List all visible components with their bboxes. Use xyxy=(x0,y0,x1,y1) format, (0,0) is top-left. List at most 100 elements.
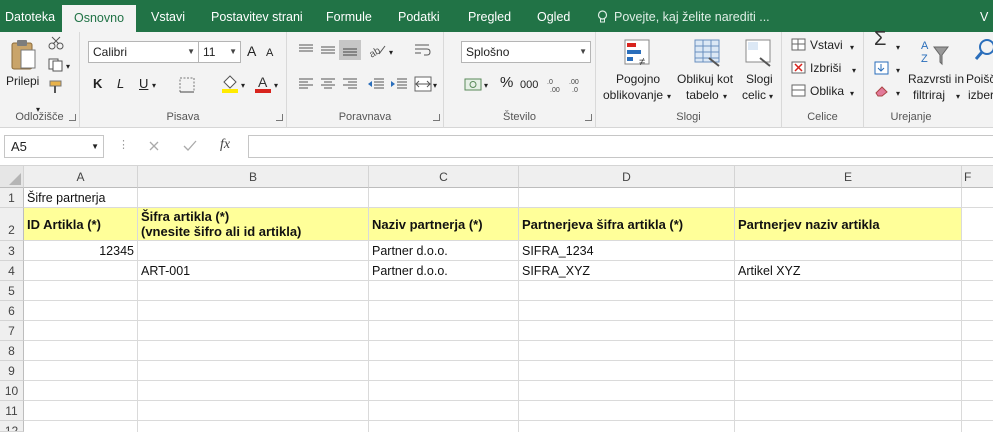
font-name-dropdown[interactable]: Calibri ▼ xyxy=(88,41,199,63)
cell-f7[interactable] xyxy=(962,321,993,341)
cell-styles-dropdown-icon[interactable]: ▾ xyxy=(769,89,773,104)
cell-d2[interactable]: Partnerjeva šifra artikla (*) xyxy=(519,208,735,241)
cell-f11[interactable] xyxy=(962,401,993,421)
orientation-dropdown-icon[interactable]: ▾ xyxy=(389,45,393,60)
cell-c5[interactable] xyxy=(369,281,519,301)
column-header-a[interactable]: A xyxy=(24,166,138,188)
cell-c11[interactable] xyxy=(369,401,519,421)
row-header-4[interactable]: 4 xyxy=(0,261,24,281)
cell-e1[interactable] xyxy=(735,188,962,208)
row-header-7[interactable]: 7 xyxy=(0,321,24,341)
delete-cells-button[interactable]: Izbriši xyxy=(810,61,841,76)
font-color-icon[interactable]: A xyxy=(254,74,272,94)
cell-e10[interactable] xyxy=(735,381,962,401)
cell-styles-button[interactable]: Slogi xyxy=(746,72,773,87)
clear-eraser-icon[interactable] xyxy=(874,84,890,98)
cell-d7[interactable] xyxy=(519,321,735,341)
cell-c8[interactable] xyxy=(369,341,519,361)
align-right-icon[interactable] xyxy=(342,77,358,91)
cancel-entry-icon[interactable] xyxy=(148,140,160,152)
cell-b3[interactable] xyxy=(138,241,369,261)
decrease-decimal-icon[interactable]: .00.0 xyxy=(568,76,586,94)
tab-file[interactable]: Datoteka xyxy=(5,0,55,32)
borders-icon[interactable] xyxy=(178,76,198,94)
cell-c7[interactable] xyxy=(369,321,519,341)
cell-d11[interactable] xyxy=(519,401,735,421)
sort-filter-button[interactable]: Razvrsti in xyxy=(908,72,964,87)
cell-f10[interactable] xyxy=(962,381,993,401)
cell-c10[interactable] xyxy=(369,381,519,401)
cell-d9[interactable] xyxy=(519,361,735,381)
tab-formulas[interactable]: Formule xyxy=(326,0,372,32)
formula-input[interactable] xyxy=(248,135,993,158)
fill-icon[interactable] xyxy=(874,61,890,75)
cell-styles-icon[interactable] xyxy=(744,38,774,68)
cell-f4[interactable] xyxy=(962,261,993,281)
cell-b5[interactable] xyxy=(138,281,369,301)
tab-page-layout[interactable]: Postavitev strani xyxy=(211,0,303,32)
cell-f9[interactable] xyxy=(962,361,993,381)
tab-home[interactable]: Osnovno xyxy=(62,5,137,32)
format-as-table-icon[interactable] xyxy=(693,38,723,68)
conditional-formatting-button[interactable]: Pogojno xyxy=(616,72,660,87)
cell-b1[interactable] xyxy=(138,188,369,208)
cell-a9[interactable] xyxy=(24,361,138,381)
cell-c12[interactable] xyxy=(369,421,519,432)
tab-view[interactable]: Ogled xyxy=(537,0,570,32)
cell-b2[interactable]: Šifra artikla (*) (vnesite šifro ali id a… xyxy=(138,208,369,241)
cell-a12[interactable] xyxy=(24,421,138,432)
cell-d1[interactable] xyxy=(519,188,735,208)
row-header-3[interactable]: 3 xyxy=(0,241,24,261)
fill-dropdown-icon[interactable]: ▾ xyxy=(896,63,900,78)
format-cells-button[interactable]: Oblika xyxy=(810,84,844,99)
format-dropdown-icon[interactable]: ▾ xyxy=(850,86,854,101)
italic-button[interactable]: L xyxy=(117,76,124,91)
cell-a5[interactable] xyxy=(24,281,138,301)
cell-c3[interactable]: Partner d.o.o. xyxy=(369,241,519,261)
cell-b12[interactable] xyxy=(138,421,369,432)
find-select-icon[interactable] xyxy=(975,37,993,65)
orientation-icon[interactable]: ab xyxy=(367,42,387,58)
number-format-dropdown[interactable]: Splošno ▼ xyxy=(461,41,591,63)
currency-dropdown-icon[interactable]: ▾ xyxy=(484,78,488,93)
align-top-icon[interactable] xyxy=(298,43,314,57)
cell-f3[interactable] xyxy=(962,241,993,261)
cell-b7[interactable] xyxy=(138,321,369,341)
tab-review[interactable]: Pregled xyxy=(468,0,511,32)
row-header-5[interactable]: 5 xyxy=(0,281,24,301)
cell-d10[interactable] xyxy=(519,381,735,401)
row-header-9[interactable]: 9 xyxy=(0,361,24,381)
column-header-d[interactable]: D xyxy=(519,166,735,188)
cell-a4[interactable] xyxy=(24,261,138,281)
cell-a2[interactable]: ID Artikla (*) xyxy=(24,208,138,241)
cell-e12[interactable] xyxy=(735,421,962,432)
shrink-font-button[interactable]: A xyxy=(266,46,273,61)
row-header-12[interactable]: 12 xyxy=(0,421,24,432)
alignment-launcher-icon[interactable] xyxy=(433,114,440,121)
copy-dropdown-icon[interactable]: ▾ xyxy=(66,59,70,74)
align-center-icon[interactable] xyxy=(320,77,336,91)
cell-f1[interactable] xyxy=(962,188,993,208)
row-header-10[interactable]: 10 xyxy=(0,381,24,401)
cell-d12[interactable] xyxy=(519,421,735,432)
cell-f5[interactable] xyxy=(962,281,993,301)
row-header-6[interactable]: 6 xyxy=(0,301,24,321)
row-header-8[interactable]: 8 xyxy=(0,341,24,361)
cell-f2[interactable] xyxy=(962,208,993,241)
cell-f8[interactable] xyxy=(962,341,993,361)
cell-e11[interactable] xyxy=(735,401,962,421)
font-launcher-icon[interactable] xyxy=(276,114,283,121)
insert-dropdown-icon[interactable]: ▾ xyxy=(850,40,854,55)
cut-icon[interactable] xyxy=(48,36,64,50)
clipboard-launcher-icon[interactable] xyxy=(69,114,76,121)
select-all-corner[interactable] xyxy=(0,166,24,188)
find-select-button[interactable]: Poišč xyxy=(966,72,993,87)
format-as-table-button[interactable]: Oblikuj kot xyxy=(677,72,733,87)
cell-e8[interactable] xyxy=(735,341,962,361)
sort-filter-icon[interactable]: AZ xyxy=(920,37,950,67)
fill-color-dropdown-icon[interactable]: ▾ xyxy=(241,78,245,93)
row-header-11[interactable]: 11 xyxy=(0,401,24,421)
more-options-icon[interactable]: ⋮ xyxy=(118,138,129,151)
column-header-f[interactable]: F xyxy=(962,166,993,188)
cell-d5[interactable] xyxy=(519,281,735,301)
